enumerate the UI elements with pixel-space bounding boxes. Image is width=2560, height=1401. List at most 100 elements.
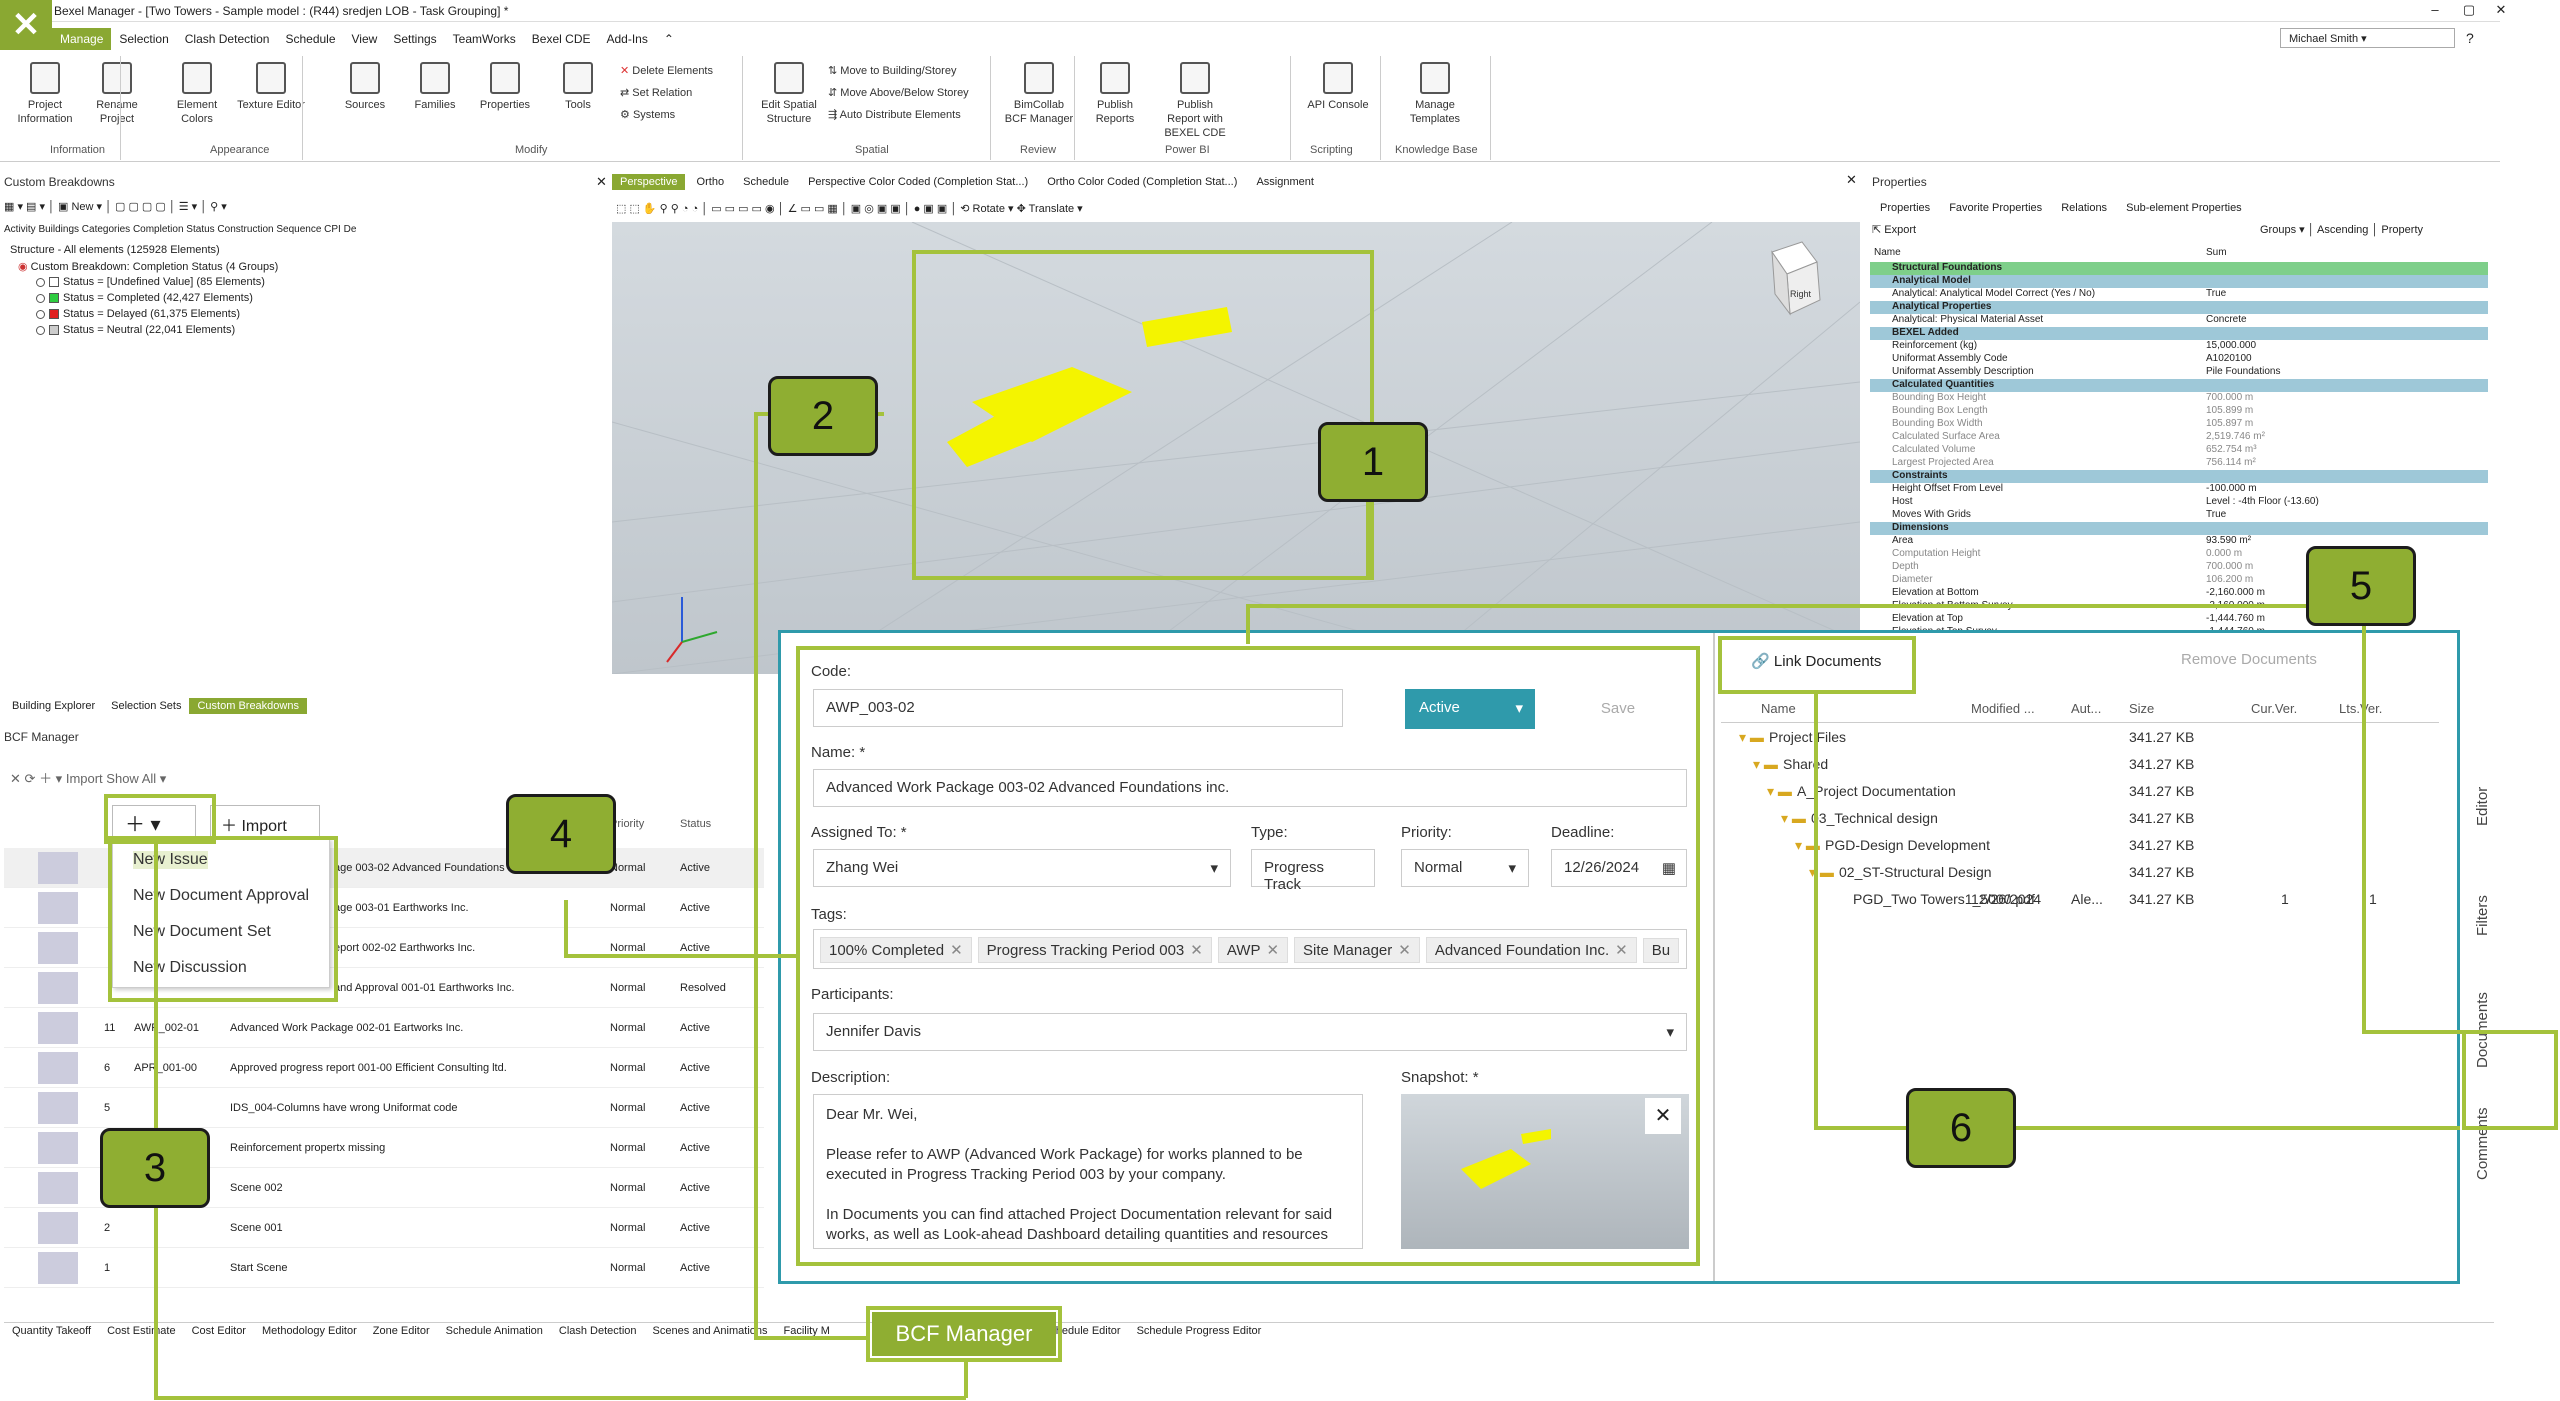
menu-settings[interactable]: Settings	[385, 28, 444, 50]
property-button[interactable]: Property	[2381, 224, 2423, 236]
radio-icon[interactable]	[36, 309, 45, 319]
bottom-tab[interactable]: Cost Editor	[184, 1323, 254, 1339]
collapse-icon[interactable]: ✕	[10, 771, 21, 786]
panel-close-icon[interactable]: ✕	[596, 174, 607, 190]
tree-status-item[interactable]: Status = [Undefined Value] (85 Elements)	[36, 276, 265, 288]
tab-building-explorer[interactable]: Building Explorer	[4, 698, 103, 714]
ribbon-button[interactable]: Tools	[543, 62, 613, 112]
collapse-ribbon-icon[interactable]: ⌃	[656, 28, 682, 50]
tab-properties[interactable]: Properties	[1872, 200, 1938, 216]
menu-selection[interactable]: Selection	[111, 28, 176, 50]
tab-perspective[interactable]: Perspective	[612, 174, 686, 190]
tab-ortho-color[interactable]: Ortho Color Coded (Completion Stat...)	[1039, 174, 1245, 190]
documents-column-header[interactable]: Size	[2129, 701, 2154, 716]
tab-relations[interactable]: Relations	[2053, 200, 2115, 216]
documents-column-header[interactable]: Name	[1761, 701, 1796, 716]
ribbon-button[interactable]: Texture Editor	[236, 62, 306, 112]
document-tree-row[interactable]: ▾ ▬ A_Project Documentation 341.27 KB	[1721, 781, 2439, 805]
radio-icon[interactable]	[36, 293, 45, 303]
import-button[interactable]: ＋ Import	[210, 805, 320, 837]
minimize-icon[interactable]: –	[2418, 2, 2452, 17]
menu-teamworks[interactable]: TeamWorks	[445, 28, 524, 50]
radio-icon[interactable]	[36, 277, 45, 287]
ribbon-button[interactable]: Properties	[470, 62, 540, 112]
tree-status-item[interactable]: Status = Delayed (61,375 Elements)	[36, 308, 240, 320]
documents-column-header[interactable]: Lts.Ver.	[2339, 701, 2382, 716]
ribbon-button[interactable]: Publish Report with BEXEL CDE	[1160, 62, 1230, 140]
bottom-tab[interactable]: Clash Detection	[551, 1323, 645, 1339]
remove-documents-button[interactable]: Remove Documents	[2181, 651, 2317, 668]
bcf-issue-row[interactable]: 2 Scene 001 Normal Active	[4, 1208, 764, 1248]
tab-assignment[interactable]: Assignment	[1248, 174, 1321, 190]
tree-status-item[interactable]: Status = Neutral (22,041 Elements)	[36, 324, 235, 336]
systems-button[interactable]: Systems	[633, 109, 675, 121]
tree-root[interactable]: Structure - All elements (125928 Element…	[10, 244, 220, 256]
view-cube[interactable]: Right	[1771, 241, 1821, 316]
move-above-button[interactable]: Move Above/Below Storey	[840, 87, 968, 99]
new-button[interactable]: New	[71, 201, 93, 213]
bcf-issue-row[interactable]: 1 Start Scene Normal Active	[4, 1248, 764, 1288]
set-relation-button[interactable]: Set Relation	[632, 87, 692, 99]
view-tool-icons[interactable]: ⬚ ⬚ ✋ ⚲ ⚲ ◔ ◔ │ ▭ ▭ ▭ ▭ ◉ │ ∠ ▭ ▭ ▦ │ ▣ …	[616, 203, 973, 215]
ascending-button[interactable]: Ascending	[2317, 224, 2368, 236]
ribbon-button[interactable]: Rename Project	[82, 62, 152, 126]
bottom-tab[interactable]: Cost Estimate	[99, 1323, 183, 1339]
menu-clash-detection[interactable]: Clash Detection	[177, 28, 278, 50]
add-icon[interactable]: ＋ ▾	[39, 771, 62, 786]
tab-sub-element-properties[interactable]: Sub-element Properties	[2118, 200, 2250, 216]
bcf-issue-row[interactable]: 5 IDS_004-Columns have wrong Uniformat co…	[4, 1088, 764, 1128]
breakdown-tabs[interactable]: Activity Buildings Categories Completion…	[4, 224, 356, 235]
bcf-issue-row[interactable]: 11 AWP_002-01 Advanced Work Package 002-01…	[4, 1008, 764, 1048]
menu-bexel-cde[interactable]: Bexel CDE	[524, 28, 599, 50]
ribbon-button[interactable]: Edit Spatial Structure	[754, 62, 824, 126]
tab-perspective-color[interactable]: Perspective Color Coded (Completion Stat…	[800, 174, 1036, 190]
menu-view[interactable]: View	[344, 28, 386, 50]
ribbon-button[interactable]: API Console	[1303, 62, 1373, 112]
toolbar-icons[interactable]: ▦ ▾ ▤ ▾ │ ▣	[4, 201, 71, 213]
ribbon-button[interactable]: Families	[400, 62, 470, 112]
ribbon-button[interactable]: Project Information	[10, 62, 80, 126]
translate-button[interactable]: Translate	[1029, 203, 1074, 215]
document-tree-row[interactable]: ▾ ▬ Shared 341.27 KB	[1721, 754, 2439, 778]
documents-column-header[interactable]: Cur.Ver.	[2251, 701, 2297, 716]
refresh-icon[interactable]: ⟳	[25, 771, 36, 786]
ribbon-button[interactable]: Publish Reports	[1080, 62, 1150, 126]
tab-selection-sets[interactable]: Selection Sets	[103, 698, 189, 714]
ribbon-button[interactable]: BimCollab BCF Manager	[1004, 62, 1074, 126]
ribbon-button[interactable]: Sources	[330, 62, 400, 112]
show-all-dropdown[interactable]: Show All	[106, 771, 156, 786]
ribbon-button[interactable]: Manage Templates	[1400, 62, 1470, 126]
tree-status-item[interactable]: Status = Completed (42,427 Elements)	[36, 292, 253, 304]
tree-group[interactable]: ◉ Custom Breakdown: Completion Status (4…	[18, 260, 278, 273]
document-tree-row[interactable]: ▾ ▬ Project Files 341.27 KB	[1721, 727, 2439, 751]
view-close-icon[interactable]: ✕	[1846, 172, 1857, 188]
maximize-icon[interactable]: ▢	[2452, 2, 2486, 18]
bottom-tab[interactable]: Schedule Progress Editor	[1129, 1323, 1270, 1339]
user-dropdown[interactable]: Michael Smith ▾	[2280, 28, 2455, 48]
import-small-button[interactable]: Import	[66, 771, 103, 786]
document-tree-row[interactable]: ▾ ▬ 03_Technical design 341.27 KB	[1721, 808, 2439, 832]
tab-schedule[interactable]: Schedule	[735, 174, 797, 190]
move-building-button[interactable]: Move to Building/Storey	[840, 65, 956, 77]
groups-button[interactable]: Groups	[2260, 224, 2296, 236]
tab-ortho[interactable]: Ortho	[689, 174, 733, 190]
menu-manage[interactable]: Manage	[52, 28, 112, 50]
auto-distribute-button[interactable]: Auto Distribute Elements	[840, 109, 961, 121]
menu-schedule[interactable]: Schedule	[277, 28, 343, 50]
bottom-tab[interactable]: Quantity Takeoff	[4, 1323, 99, 1339]
bottom-tab[interactable]: Zone Editor	[365, 1323, 438, 1339]
export-button[interactable]: ⇱ Export	[1872, 223, 1916, 236]
delete-elements-button[interactable]: Delete Elements	[632, 65, 713, 77]
side-tab-editor[interactable]: Editor	[2474, 787, 2491, 826]
document-tree-row[interactable]: PGD_Two Towers1_5000.pdf 12/26/2024 Ale...…	[1721, 889, 2439, 913]
document-tree-row[interactable]: ▾ ▬ PGD-Design Development 341.27 KB	[1721, 835, 2439, 859]
bottom-tab[interactable]: Methodology Editor	[254, 1323, 365, 1339]
ribbon-button[interactable]: Element Colors	[162, 62, 232, 126]
documents-column-header[interactable]: Aut...	[2071, 701, 2101, 716]
bcf-issue-row[interactable]: 6 APR_001-00 Approved progress report 001-…	[4, 1048, 764, 1088]
rotate-button[interactable]: Rotate	[973, 203, 1005, 215]
tab-favorite-properties[interactable]: Favorite Properties	[1941, 200, 2050, 216]
radio-icon[interactable]	[36, 325, 45, 335]
tab-custom-breakdowns[interactable]: Custom Breakdowns	[189, 698, 307, 714]
menu-add-ins[interactable]: Add-Ins	[598, 28, 655, 50]
